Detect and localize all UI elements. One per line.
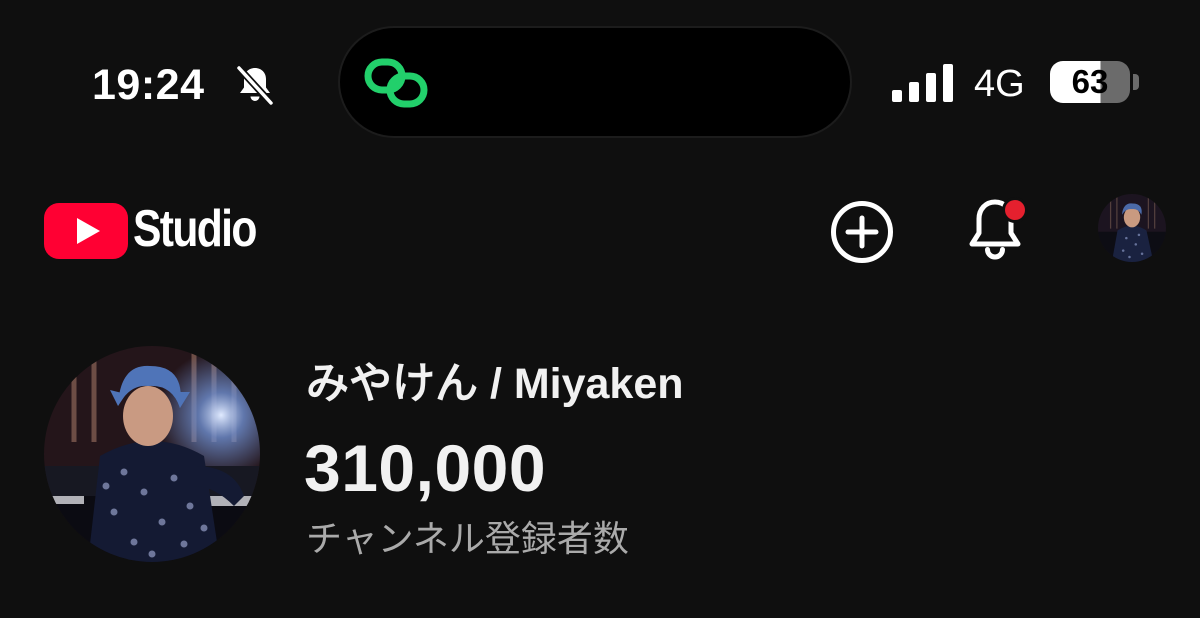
youtube-logo-icon[interactable]	[44, 203, 128, 259]
bell-slash-icon	[235, 64, 275, 107]
link-loop-icon	[364, 58, 428, 108]
account-avatar[interactable]	[1098, 194, 1166, 262]
network-type: 4G	[974, 63, 1025, 105]
battery-indicator: 63	[1050, 61, 1130, 103]
status-time: 19:24	[92, 61, 205, 109]
notifications-button[interactable]	[964, 192, 1034, 266]
studio-wordmark[interactable]: Studio	[133, 196, 257, 262]
battery-level: 63	[1071, 63, 1109, 100]
bell-icon	[969, 197, 1028, 260]
create-button[interactable]	[828, 198, 896, 266]
cellular-signal-icon	[892, 64, 953, 102]
plus-circle-icon	[831, 201, 893, 263]
subscriber-label: チャンネル登録者数	[306, 518, 629, 559]
battery-cap	[1133, 74, 1139, 90]
subscriber-count: 310,000	[304, 431, 547, 505]
dynamic-island[interactable]	[340, 28, 850, 136]
channel-avatar-image	[44, 346, 260, 562]
youtube-studio-screen: 19:24 4G 63 Studio みやけん / Miyaken 310,00…	[0, 0, 1200, 618]
notification-badge	[1005, 200, 1025, 220]
channel-avatar[interactable]	[44, 346, 260, 562]
channel-name: みやけん / Miyaken	[306, 360, 684, 408]
avatar	[1098, 194, 1166, 262]
